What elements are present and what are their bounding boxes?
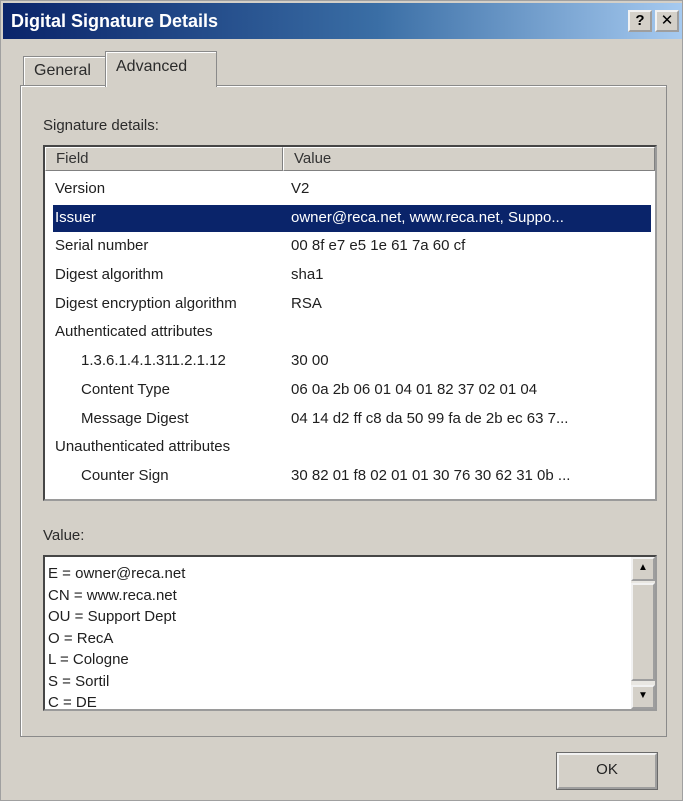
list-rows: Version V2 Issuer owner@reca.net, www.re…: [45, 175, 655, 491]
value-cell: 30 00: [291, 352, 329, 370]
window-title: Digital Signature Details: [11, 11, 219, 31]
field-cell: Serial number: [55, 237, 149, 255]
value-cell: owner@reca.net, www.reca.net, Suppo...: [291, 208, 564, 226]
tab-general[interactable]: General: [23, 56, 107, 86]
field-cell: Counter Sign: [81, 466, 169, 484]
value-cell: RSA: [291, 294, 322, 312]
value-line: S = Sortil: [48, 672, 110, 690]
field-cell: Digest algorithm: [55, 266, 164, 284]
list-item[interactable]: 1.3.6.1.4.1.311.2.1.12 30 00: [45, 347, 655, 376]
scroll-down-arrow-icon[interactable]: ▼: [631, 685, 655, 709]
tab-advanced[interactable]: Advanced: [105, 51, 217, 87]
value-line: O = RecA: [48, 629, 114, 647]
list-item[interactable]: Digest encryption algorithm RSA: [45, 290, 655, 319]
value-cell: sha1: [291, 266, 324, 284]
list-item-selected[interactable]: Issuer owner@reca.net, www.reca.net, Sup…: [45, 204, 655, 233]
value-line: L = Cologne: [48, 651, 129, 668]
signature-details-label: Signature details:: [43, 117, 159, 134]
field-cell: 1.3.6.1.4.1.311.2.1.12: [81, 352, 226, 370]
value-cell: 06 0a 2b 06 01 04 01 82 37 02 01 04: [291, 380, 538, 398]
value-textbox[interactable]: E = owner@reca.net CN = www.reca.net OU …: [43, 555, 657, 711]
field-cell: Unauthenticated attributes: [55, 438, 231, 456]
field-cell: Issuer: [55, 208, 96, 226]
field-cell: Authenticated attributes: [55, 323, 213, 341]
value-cell: 30 82 01 f8 02 01 01 30 76 30 62 31 0b .…: [291, 466, 571, 484]
help-button[interactable]: ?: [628, 10, 652, 32]
ok-button[interactable]: OK: [556, 752, 658, 790]
list-item[interactable]: Digest algorithm sha1: [45, 261, 655, 290]
scrollbar-thumb[interactable]: [631, 583, 655, 681]
vertical-scrollbar[interactable]: ▲ ▼: [631, 557, 655, 709]
signature-details-list[interactable]: Field Value Version V2 Issuer owner@reca…: [43, 145, 657, 501]
list-item[interactable]: Content Type 06 0a 2b 06 01 04 01 82 37 …: [45, 376, 655, 405]
value-label: Value:: [43, 527, 85, 544]
value-line: OU = Support Dept: [48, 608, 176, 625]
title-bar[interactable]: Digital Signature Details ? ✕: [3, 3, 682, 39]
list-item[interactable]: Counter Sign 30 82 01 f8 02 01 01 30 76 …: [45, 462, 655, 491]
list-item[interactable]: Version V2: [45, 175, 655, 204]
field-cell: Digest encryption algorithm: [55, 294, 237, 312]
field-cell: Version: [55, 180, 106, 197]
value-line: E = owner@reca.net: [48, 565, 186, 582]
value-cell: 04 14 d2 ff c8 da 50 99 fa de 2b ec 63 7…: [291, 409, 569, 427]
value-line: C = DE: [48, 694, 97, 711]
value-cell: V2: [291, 180, 310, 197]
close-button[interactable]: ✕: [655, 10, 679, 32]
list-item[interactable]: Authenticated attributes: [45, 318, 655, 347]
list-header: Field Value: [45, 147, 655, 171]
digital-signature-details-dialog: Digital Signature Details ? ✕ General Ad…: [0, 0, 683, 801]
value-text[interactable]: E = owner@reca.net CN = www.reca.net OU …: [48, 563, 623, 711]
value-line: CN = www.reca.net: [48, 586, 177, 604]
scroll-up-arrow-icon[interactable]: ▲: [631, 557, 655, 581]
list-item[interactable]: Unauthenticated attributes: [45, 433, 655, 462]
field-cell: Content Type: [81, 380, 170, 398]
column-header-value[interactable]: Value: [283, 147, 655, 171]
value-cell: 00 8f e7 e5 1e 61 7a 60 cf: [291, 237, 466, 255]
column-header-field[interactable]: Field: [45, 147, 283, 171]
list-item[interactable]: Serial number 00 8f e7 e5 1e 61 7a 60 cf: [45, 232, 655, 261]
field-cell: Message Digest: [81, 409, 189, 427]
list-item[interactable]: Message Digest 04 14 d2 ff c8 da 50 99 f…: [45, 405, 655, 434]
